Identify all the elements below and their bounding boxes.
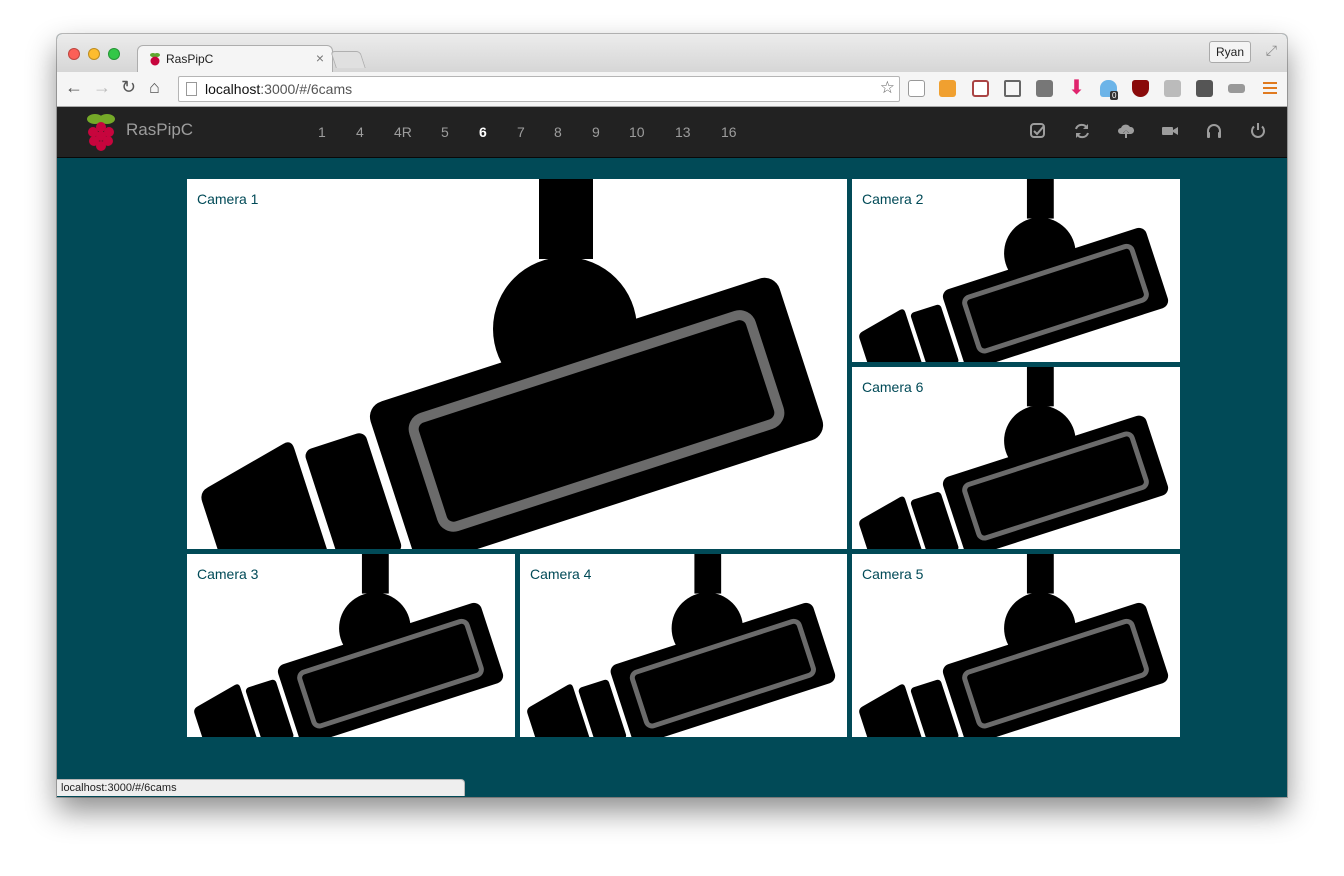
camera-tile-3[interactable]: Camera 3 (187, 554, 515, 737)
camera-tile-4[interactable]: Camera 4 (520, 554, 847, 737)
copy-extension-icon[interactable] (1164, 80, 1181, 97)
headphones-icon[interactable] (1205, 122, 1223, 140)
profile-button[interactable]: Ryan (1208, 41, 1251, 63)
layout-link-10[interactable]: 10 (629, 124, 645, 140)
tab-title: RasPipC (166, 52, 214, 66)
forward-icon[interactable]: → (93, 77, 111, 97)
status-bar: localhost:3000/#/6cams (57, 779, 465, 796)
camera-1-feed (187, 179, 847, 549)
browser-tab[interactable]: RasPipC × (137, 45, 333, 73)
page-icon (186, 82, 197, 96)
home-icon[interactable]: ⌂ (149, 77, 160, 97)
camera-tile-6[interactable]: Camera 6 (852, 367, 1180, 549)
robot-extension-icon[interactable] (972, 80, 989, 97)
layout-link-1[interactable]: 1 (318, 124, 326, 140)
address-bar[interactable]: localhost:3000/#/6cams ☆ (178, 76, 900, 102)
browser-window: RasPipC × Ryan ⤢ ← → ↻ ⌂ localhost:3000/… (57, 34, 1287, 797)
cloud-upload-icon[interactable] (1117, 122, 1135, 140)
power-icon[interactable] (1249, 122, 1267, 140)
layout-link-13[interactable]: 13 (675, 124, 691, 140)
reload-icon[interactable]: ↻ (121, 77, 136, 97)
cast-icon[interactable] (1004, 80, 1021, 97)
layout-link-6[interactable]: 6 (479, 124, 487, 140)
phone-extension-icon[interactable] (908, 80, 925, 97)
check-icon[interactable] (1029, 122, 1047, 140)
refresh-icon[interactable] (1073, 122, 1091, 140)
zoom-window-button[interactable] (108, 48, 120, 60)
layout-link-7[interactable]: 7 (517, 124, 525, 140)
camera-label: Camera 3 (197, 566, 259, 582)
camera-label: Camera 2 (862, 191, 924, 207)
camera-extension-icon[interactable] (1228, 84, 1245, 93)
layout-link-4r[interactable]: 4R (394, 124, 412, 140)
app-brand[interactable]: RasPipC (126, 120, 193, 140)
fullscreen-icon[interactable]: ⤢ (1266, 42, 1277, 59)
camera-grid: Camera 1 Camera 2 Camera 6 Camera 3 Came… (57, 158, 1287, 797)
camera-label: Camera 1 (197, 191, 259, 207)
printer-extension-icon[interactable] (1036, 80, 1053, 97)
pocket-extension-icon[interactable] (1196, 80, 1213, 97)
video-camera-icon[interactable] (1161, 122, 1179, 140)
bookmark-star-icon[interactable]: ☆ (880, 78, 895, 98)
camera-label: Camera 4 (530, 566, 592, 582)
layout-link-9[interactable]: 9 (592, 124, 600, 140)
raspberry-pi-logo (87, 114, 115, 151)
camera-label: Camera 6 (862, 379, 924, 395)
raspberry-favicon-icon (150, 53, 160, 66)
camera-tile-5[interactable]: Camera 5 (852, 554, 1180, 737)
puzzle-extension-icon[interactable] (939, 80, 956, 97)
minimize-window-button[interactable] (88, 48, 100, 60)
browser-toolbar: ← → ↻ ⌂ localhost:3000/#/6cams ☆ ⬇ 0 (57, 72, 1287, 107)
download-extension-icon[interactable]: ⬇ (1068, 78, 1085, 98)
back-icon[interactable]: ← (65, 77, 83, 97)
tab-close-icon[interactable]: × (316, 50, 324, 66)
camera-tile-1[interactable]: Camera 1 (187, 179, 847, 549)
url-text[interactable]: localhost:3000/#/6cams (205, 81, 352, 97)
chrome-menu-icon[interactable] (1263, 80, 1277, 97)
tab-strip: RasPipC × Ryan ⤢ (57, 34, 1287, 73)
ublock-extension-icon[interactable] (1132, 80, 1149, 97)
close-window-button[interactable] (68, 48, 80, 60)
app-navbar: RasPipC 1 4 4R 5 6 7 8 9 10 13 16 (57, 107, 1287, 158)
new-tab-button[interactable] (330, 51, 366, 68)
camera-tile-2[interactable]: Camera 2 (852, 179, 1180, 362)
camera-label: Camera 5 (862, 566, 924, 582)
layout-link-16[interactable]: 16 (721, 124, 737, 140)
layout-link-5[interactable]: 5 (441, 124, 449, 140)
layout-link-4[interactable]: 4 (356, 124, 364, 140)
layout-link-8[interactable]: 8 (554, 124, 562, 140)
ghostery-badge: 0 (1110, 91, 1119, 100)
